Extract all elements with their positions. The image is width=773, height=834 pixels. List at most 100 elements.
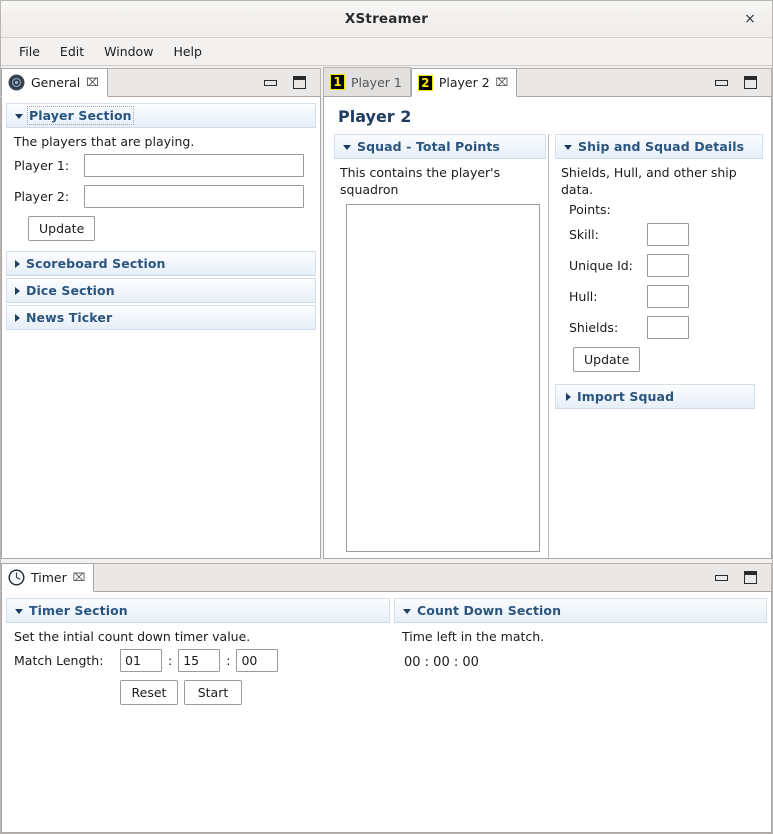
timer-view-body: Timer Section Set the intial count down … bbox=[1, 592, 772, 833]
squad-listbox[interactable] bbox=[346, 204, 540, 552]
player2-label: Player 2: bbox=[14, 189, 70, 204]
tab-timer-label: Timer bbox=[31, 570, 67, 585]
section-countdown-title: Count Down Section bbox=[417, 603, 562, 618]
chevron-down-icon bbox=[15, 114, 23, 119]
unique-id-label: Unique Id: bbox=[569, 258, 633, 273]
tab-player-2-label: Player 2 bbox=[438, 75, 490, 90]
section-import-squad: Import Squad bbox=[555, 384, 755, 409]
timer-maximize-button[interactable] bbox=[744, 571, 757, 584]
player-tabbar: 1 Player 1 2 Player 2 ⌧ bbox=[323, 66, 772, 97]
chevron-down-icon bbox=[564, 145, 572, 150]
player-columns: Squad - Total Points This contains the p… bbox=[334, 134, 763, 558]
section-player-body: Player 1: Player 2: Update bbox=[6, 152, 316, 251]
section-ship-details: Ship and Squad Details bbox=[555, 134, 763, 159]
window-title: XStreamer bbox=[344, 11, 429, 27]
section-ship-details-header[interactable]: Ship and Squad Details bbox=[556, 135, 762, 158]
menu-item-file[interactable]: File bbox=[9, 41, 50, 62]
maximize-icon bbox=[744, 571, 757, 584]
shields-label: Shields: bbox=[569, 320, 619, 335]
tab-player-2[interactable]: 2 Player 2 ⌧ bbox=[410, 68, 518, 97]
hull-row: Hull: bbox=[569, 285, 755, 308]
tab-general-close-icon[interactable]: ⌧ bbox=[86, 77, 99, 88]
tab-player-1[interactable]: 1 Player 1 bbox=[323, 67, 411, 96]
chevron-right-icon bbox=[566, 392, 571, 401]
section-countdown-header[interactable]: Count Down Section bbox=[395, 599, 766, 622]
player2-input[interactable] bbox=[84, 185, 304, 208]
section-squad-header[interactable]: Squad - Total Points bbox=[335, 135, 545, 158]
timer-start-button[interactable]: Start bbox=[184, 680, 242, 705]
section-squad: Squad - Total Points bbox=[334, 134, 546, 159]
section-player-header[interactable]: Player Section bbox=[7, 104, 315, 127]
minimize-icon bbox=[715, 79, 728, 86]
chevron-down-icon bbox=[15, 609, 23, 614]
menu-item-window[interactable]: Window bbox=[94, 41, 163, 62]
section-dice-title: Dice Section bbox=[26, 283, 115, 298]
tab-timer-close-icon[interactable]: ⌧ bbox=[73, 572, 86, 583]
gear-icon bbox=[8, 74, 25, 91]
shields-input[interactable] bbox=[647, 316, 689, 339]
section-ship-details-description: Shields, Hull, and other ship data. bbox=[561, 165, 737, 197]
player1-input[interactable] bbox=[84, 154, 304, 177]
general-view-body: Player Section The players that are play… bbox=[1, 97, 321, 559]
tab-player-2-close-icon[interactable]: ⌧ bbox=[496, 77, 509, 88]
unique-id-input[interactable] bbox=[647, 254, 689, 277]
menu-item-edit[interactable]: Edit bbox=[50, 41, 94, 62]
squad-column: Squad - Total Points This contains the p… bbox=[334, 134, 546, 558]
workbench: General ⌧ Player Section The players tha… bbox=[1, 66, 772, 833]
section-news-ticker-header[interactable]: News Ticker bbox=[7, 306, 315, 329]
section-dice-header[interactable]: Dice Section bbox=[7, 279, 315, 302]
timer-view-part: Timer ⌧ Timer Section Set the intial cou… bbox=[1, 561, 772, 833]
match-seconds-input[interactable] bbox=[236, 649, 279, 672]
match-hours-input[interactable] bbox=[120, 649, 162, 672]
minimize-icon bbox=[715, 574, 728, 581]
section-ship-details-body: Points: Skill: Unique Id: Hull: Shields:… bbox=[555, 200, 763, 384]
top-editor-row: General ⌧ Player Section The players tha… bbox=[1, 66, 772, 559]
section-player: Player Section bbox=[6, 103, 316, 128]
section-timer: Timer Section bbox=[6, 598, 390, 623]
general-maximize-button[interactable] bbox=[293, 76, 306, 89]
page-title: Player 2 bbox=[338, 107, 412, 126]
general-tabbar-filler bbox=[107, 68, 321, 96]
tab-timer[interactable]: Timer ⌧ bbox=[1, 563, 95, 592]
match-minutes-input[interactable] bbox=[178, 649, 221, 672]
timer-separator-2: : bbox=[226, 653, 231, 668]
hull-label: Hull: bbox=[569, 289, 598, 304]
general-view-part: General ⌧ Player Section The players tha… bbox=[1, 66, 321, 559]
player-minimize-button[interactable] bbox=[715, 79, 728, 86]
match-length-label: Match Length: bbox=[14, 653, 104, 668]
skill-input[interactable] bbox=[647, 223, 689, 246]
player-update-button[interactable]: Update bbox=[28, 216, 96, 241]
timer-separator-1: : bbox=[168, 653, 173, 668]
window-titlebar: XStreamer × bbox=[1, 1, 772, 38]
details-update-button[interactable]: Update bbox=[573, 347, 641, 372]
tab-player-1-label: Player 1 bbox=[351, 74, 402, 90]
details-column: Ship and Squad Details Shields, Hull, an… bbox=[555, 134, 763, 558]
section-import-squad-header[interactable]: Import Squad bbox=[556, 385, 754, 408]
number-2-icon: 2 bbox=[417, 74, 433, 91]
hull-input[interactable] bbox=[647, 285, 689, 308]
skill-row: Skill: bbox=[569, 223, 755, 246]
section-import-squad-title: Import Squad bbox=[577, 389, 675, 404]
section-ship-details-title: Ship and Squad Details bbox=[578, 139, 745, 154]
menu-item-help[interactable]: Help bbox=[163, 41, 212, 62]
maximize-icon bbox=[744, 76, 757, 89]
application-window: XStreamer × File Edit Window Help Genera… bbox=[0, 0, 773, 834]
timer-section-column: Timer Section Set the intial count down … bbox=[6, 598, 390, 832]
countdown-value: 00 : 00 : 00 bbox=[404, 655, 479, 670]
window-close-button[interactable]: × bbox=[740, 9, 760, 29]
section-timer-header[interactable]: Timer Section bbox=[7, 599, 389, 622]
general-minimize-button[interactable] bbox=[264, 79, 277, 86]
chevron-down-icon bbox=[343, 145, 351, 150]
section-scoreboard-header[interactable]: Scoreboard Section bbox=[7, 252, 315, 275]
player-maximize-button[interactable] bbox=[744, 76, 757, 89]
chevron-right-icon bbox=[15, 259, 20, 268]
chevron-right-icon bbox=[15, 313, 20, 322]
tab-general[interactable]: General ⌧ bbox=[1, 68, 108, 97]
unique-id-row: Unique Id: bbox=[569, 254, 755, 277]
timer-minimize-button[interactable] bbox=[715, 574, 728, 581]
timer-reset-button[interactable]: Reset bbox=[120, 680, 178, 705]
menubar: File Edit Window Help bbox=[1, 38, 772, 66]
minimize-icon bbox=[264, 79, 277, 86]
section-player-title: Player Section bbox=[27, 106, 134, 125]
timer-tabbar: Timer ⌧ bbox=[1, 561, 772, 592]
